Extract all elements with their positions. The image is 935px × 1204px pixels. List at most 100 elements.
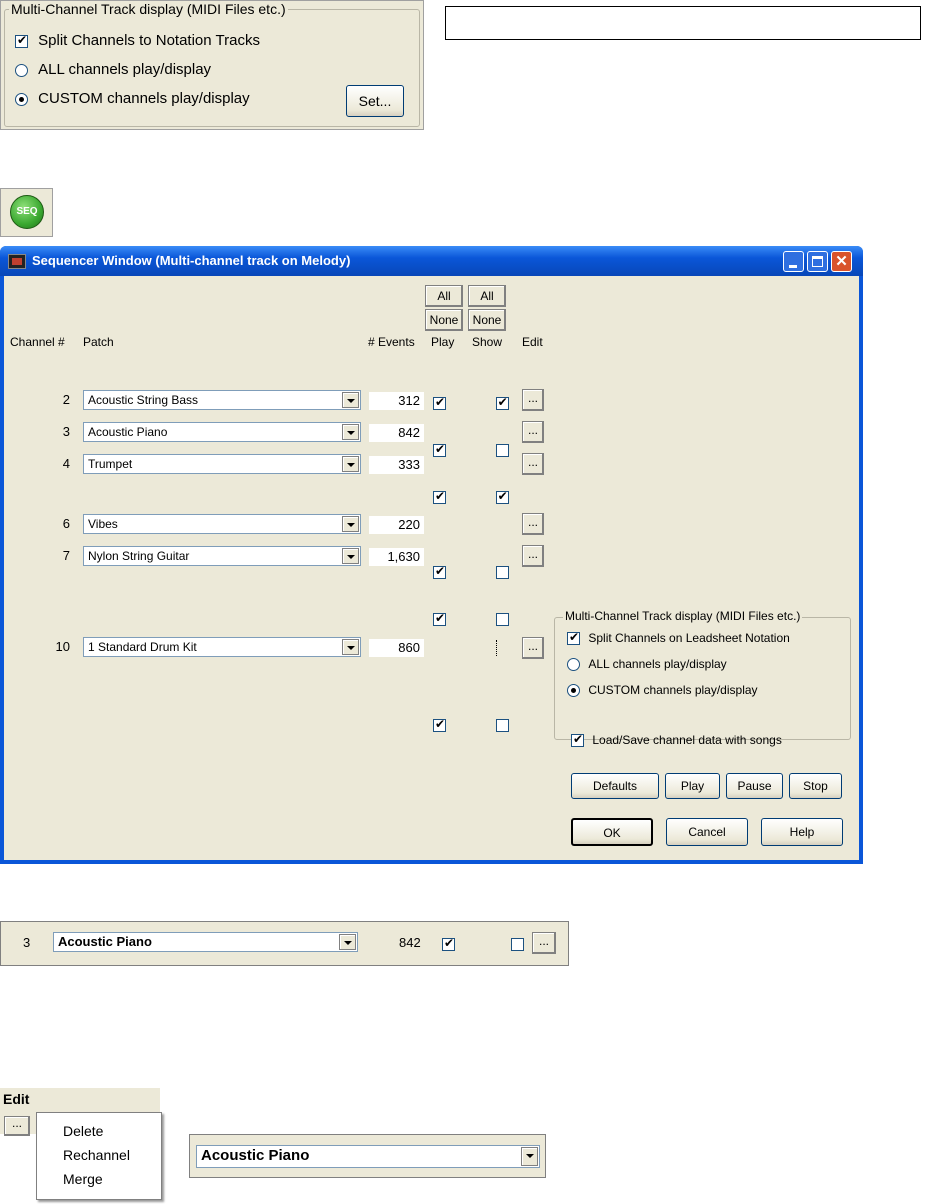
loadsave-option[interactable]: Load/Save channel data with songs — [571, 732, 782, 748]
minimize-button[interactable] — [783, 251, 804, 272]
patch-combo[interactable]: Acoustic Piano — [83, 422, 361, 442]
edit-row-button[interactable]: ... — [522, 421, 544, 443]
edit-row-button[interactable]: ... — [522, 389, 544, 411]
patch-value: Vibes — [88, 517, 118, 531]
show-checkbox[interactable] — [495, 613, 509, 627]
row-channel-number: 7 — [62, 548, 70, 563]
split-leadsheet-option[interactable]: Split Channels on Leadsheet Notation — [567, 630, 790, 646]
row-channel-number: 6 — [62, 516, 70, 531]
chevron-down-icon[interactable] — [339, 934, 356, 950]
patch-value: Acoustic String Bass — [88, 393, 199, 407]
custom-channels-option[interactable]: CUSTOM channels play/display — [15, 90, 250, 107]
edit-menu-header: Edit — [3, 1091, 30, 1107]
close-icon: ✕ — [835, 253, 848, 270]
patch-combo[interactable]: Trumpet — [83, 454, 361, 474]
show-all-button[interactable]: All — [468, 285, 506, 307]
events-count: 333 — [369, 456, 424, 474]
play-checkbox[interactable] — [433, 564, 446, 580]
patch-combo[interactable]: 1 Standard Drum Kit — [83, 637, 361, 657]
edit-row-button[interactable]: ... — [522, 513, 544, 535]
patch-combo[interactable]: Nylon String Guitar — [83, 546, 361, 566]
patch-value: Nylon String Guitar — [88, 549, 190, 563]
show-checkbox[interactable] — [495, 395, 509, 411]
events-count: 860 — [369, 639, 424, 657]
events-count: 220 — [369, 516, 424, 534]
defaults-button[interactable]: Defaults — [571, 773, 659, 799]
menu-item-rechannel[interactable]: Rechannel — [63, 1147, 130, 1163]
seq-toolbar-button[interactable]: SEQ — [0, 188, 53, 237]
menu-item-delete[interactable]: Delete — [63, 1123, 103, 1139]
chevron-down-icon[interactable] — [342, 392, 359, 408]
ok-button[interactable]: OK — [571, 818, 653, 846]
window-custom-channels-option[interactable]: CUSTOM channels play/display — [567, 683, 758, 698]
patch-combo[interactable]: Vibes — [83, 514, 361, 534]
window-custom-channels-radio[interactable] — [567, 684, 580, 698]
edit-menu-strip: Edit — [0, 1088, 160, 1114]
detail-play-checkbox[interactable] — [442, 936, 455, 952]
chevron-down-icon[interactable] — [342, 424, 359, 440]
help-button[interactable]: Help — [761, 818, 843, 846]
custom-channels-label: CUSTOM channels play/display — [38, 90, 250, 107]
split-leadsheet-checkbox[interactable] — [567, 630, 580, 646]
cancel-button[interactable]: Cancel — [666, 818, 748, 846]
play-checkbox[interactable] — [433, 442, 446, 458]
play-button[interactable]: Play — [665, 773, 720, 799]
detail-events-count: 842 — [399, 935, 421, 950]
set-button[interactable]: Set... — [346, 85, 404, 117]
split-channels-checkbox[interactable] — [15, 33, 28, 48]
show-none-button[interactable]: None — [468, 309, 506, 331]
detail-show-checkbox[interactable] — [510, 938, 524, 952]
play-all-button[interactable]: All — [425, 285, 463, 307]
patch-combo[interactable]: Acoustic String Bass — [83, 390, 361, 410]
window-custom-channels-label: CUSTOM channels play/display — [588, 683, 758, 697]
show-checkbox[interactable] — [495, 566, 509, 580]
events-count: 1,630 — [369, 548, 424, 566]
show-checkbox[interactable] — [495, 719, 509, 733]
row-channel-number: 10 — [55, 639, 70, 654]
detail-combo-value: Acoustic Piano — [201, 1147, 310, 1164]
window-all-channels-option[interactable]: ALL channels play/display — [567, 657, 727, 672]
chevron-down-icon[interactable] — [342, 639, 359, 655]
edit-row-button[interactable]: ... — [522, 545, 544, 567]
header-events: # Events — [368, 335, 415, 349]
window-title: Sequencer Window (Multi-channel track on… — [32, 253, 351, 268]
channel-row: 10 1 Standard Drum Kit 860 ... — [4, 351, 859, 733]
chevron-down-icon[interactable] — [342, 516, 359, 532]
header-edit: Edit — [522, 335, 543, 349]
show-checkbox[interactable] — [495, 444, 509, 458]
play-checkbox[interactable] — [433, 611, 446, 627]
detail-patch-combo[interactable]: Acoustic Piano — [53, 932, 358, 952]
all-channels-option[interactable]: ALL channels play/display — [15, 61, 211, 78]
sequencer-window: Sequencer Window (Multi-channel track on… — [0, 246, 863, 864]
pause-button[interactable]: Pause — [726, 773, 783, 799]
edit-row-button[interactable]: ... — [522, 453, 544, 475]
menu-item-merge[interactable]: Merge — [63, 1171, 103, 1187]
chevron-down-icon[interactable] — [521, 1147, 538, 1166]
play-none-button[interactable]: None — [425, 309, 463, 331]
events-count: 842 — [369, 424, 424, 442]
detail-channel-number: 3 — [23, 935, 31, 950]
all-channels-label: ALL channels play/display — [38, 61, 212, 78]
patch-value: Trumpet — [88, 457, 133, 471]
split-channels-option[interactable]: Split Channels to Notation Tracks — [15, 32, 260, 49]
close-button[interactable]: ✕ — [831, 251, 852, 272]
edit-row-button[interactable]: ... — [522, 637, 544, 659]
stop-button[interactable]: Stop — [789, 773, 842, 799]
maximize-button[interactable] — [807, 251, 828, 272]
row-channel-number: 3 — [62, 424, 70, 439]
play-checkbox[interactable] — [433, 395, 446, 411]
play-checkbox[interactable] — [433, 717, 446, 733]
play-checkbox[interactable] — [433, 489, 446, 505]
header-channel: Channel # — [10, 335, 65, 349]
events-count: 312 — [369, 392, 424, 410]
detail-edit-button[interactable]: ... — [532, 932, 556, 954]
loadsave-checkbox[interactable] — [571, 732, 584, 748]
detail-combo[interactable]: Acoustic Piano — [196, 1145, 540, 1168]
custom-channels-radio[interactable] — [15, 92, 28, 106]
chevron-down-icon[interactable] — [342, 456, 359, 472]
all-channels-radio[interactable] — [15, 63, 28, 77]
chevron-down-icon[interactable] — [342, 548, 359, 564]
edit-menu-button[interactable]: ... — [4, 1116, 30, 1136]
window-all-channels-radio[interactable] — [567, 658, 580, 672]
show-checkbox[interactable] — [495, 489, 509, 505]
